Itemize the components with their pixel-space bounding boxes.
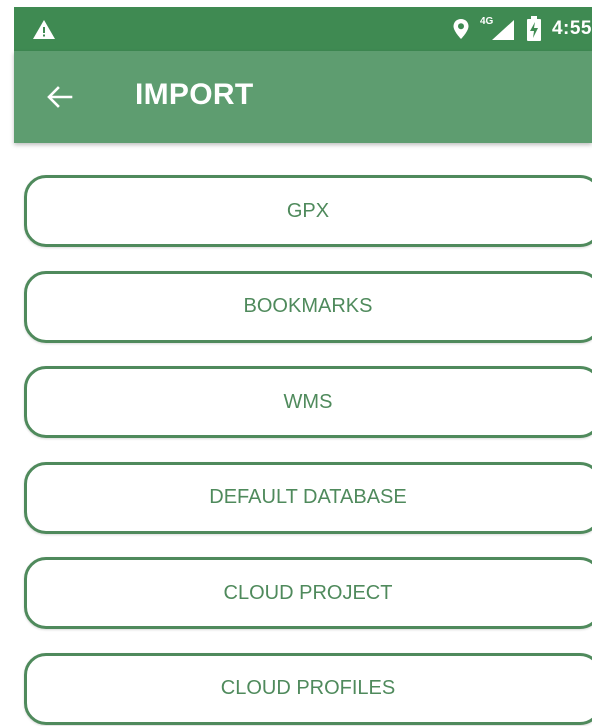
default-database-button[interactable]: DEFAULT DATABASE bbox=[24, 461, 592, 534]
warning-icon bbox=[32, 18, 56, 42]
import-screen: 4G 4:55 IMPORT GPX BOOKMARKS WMS DEFAULT… bbox=[0, 0, 592, 726]
page-title: IMPORT bbox=[135, 78, 254, 111]
back-button[interactable] bbox=[44, 81, 76, 113]
arrow-back-icon bbox=[47, 86, 73, 108]
battery-charging-icon bbox=[526, 16, 542, 42]
location-icon bbox=[452, 18, 470, 40]
status-icons: 4G 4:55 bbox=[452, 7, 592, 51]
import-options-list: GPX BOOKMARKS WMS DEFAULT DATABASE CLOUD… bbox=[24, 175, 592, 726]
bookmarks-button[interactable]: BOOKMARKS bbox=[24, 270, 592, 343]
app-bar: IMPORT bbox=[14, 51, 592, 143]
status-time: 4:55 bbox=[551, 18, 592, 39]
cloud-profiles-button[interactable]: CLOUD PROFILES bbox=[24, 652, 592, 725]
gpx-button[interactable]: GPX bbox=[24, 175, 592, 247]
cloud-project-button[interactable]: CLOUD PROJECT bbox=[24, 557, 592, 630]
status-bar: 4G 4:55 bbox=[14, 7, 592, 51]
signal-icon: 4G bbox=[480, 16, 516, 42]
wms-button[interactable]: WMS bbox=[24, 366, 592, 439]
